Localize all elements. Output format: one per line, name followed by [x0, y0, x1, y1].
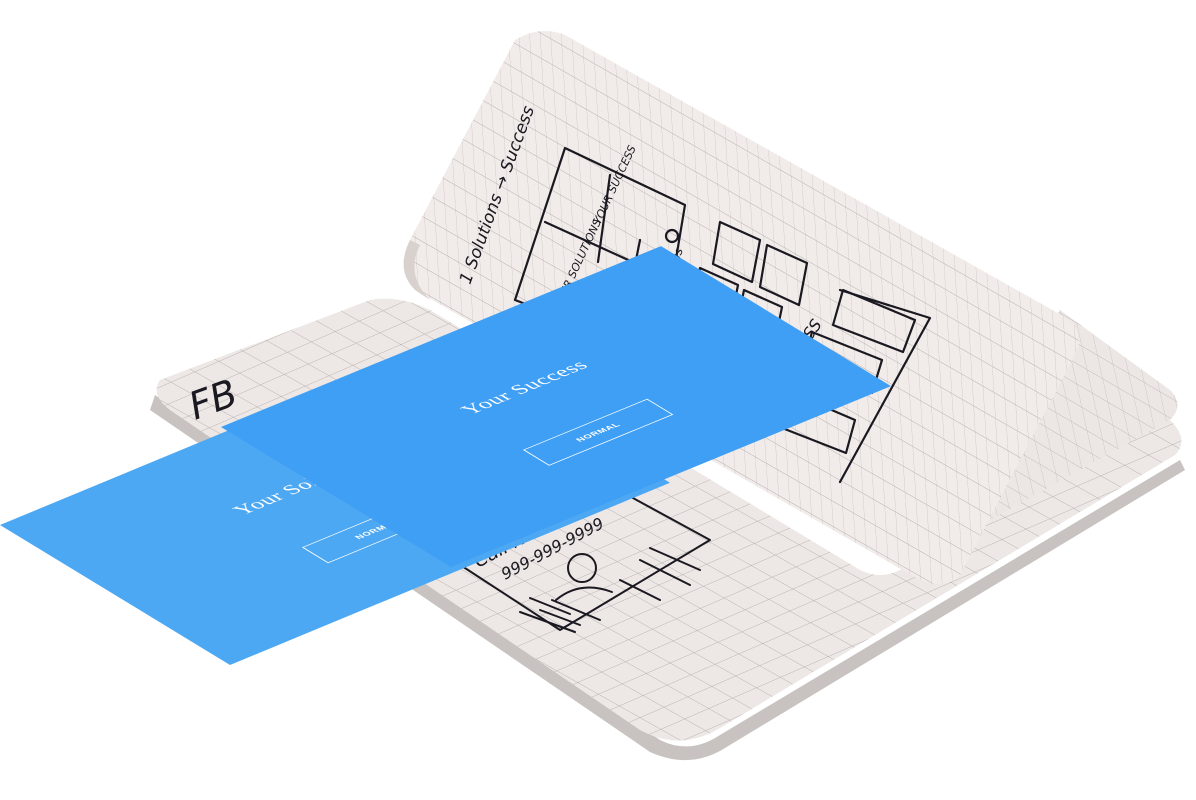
normal-button[interactable]: NORMAL: [522, 398, 674, 466]
